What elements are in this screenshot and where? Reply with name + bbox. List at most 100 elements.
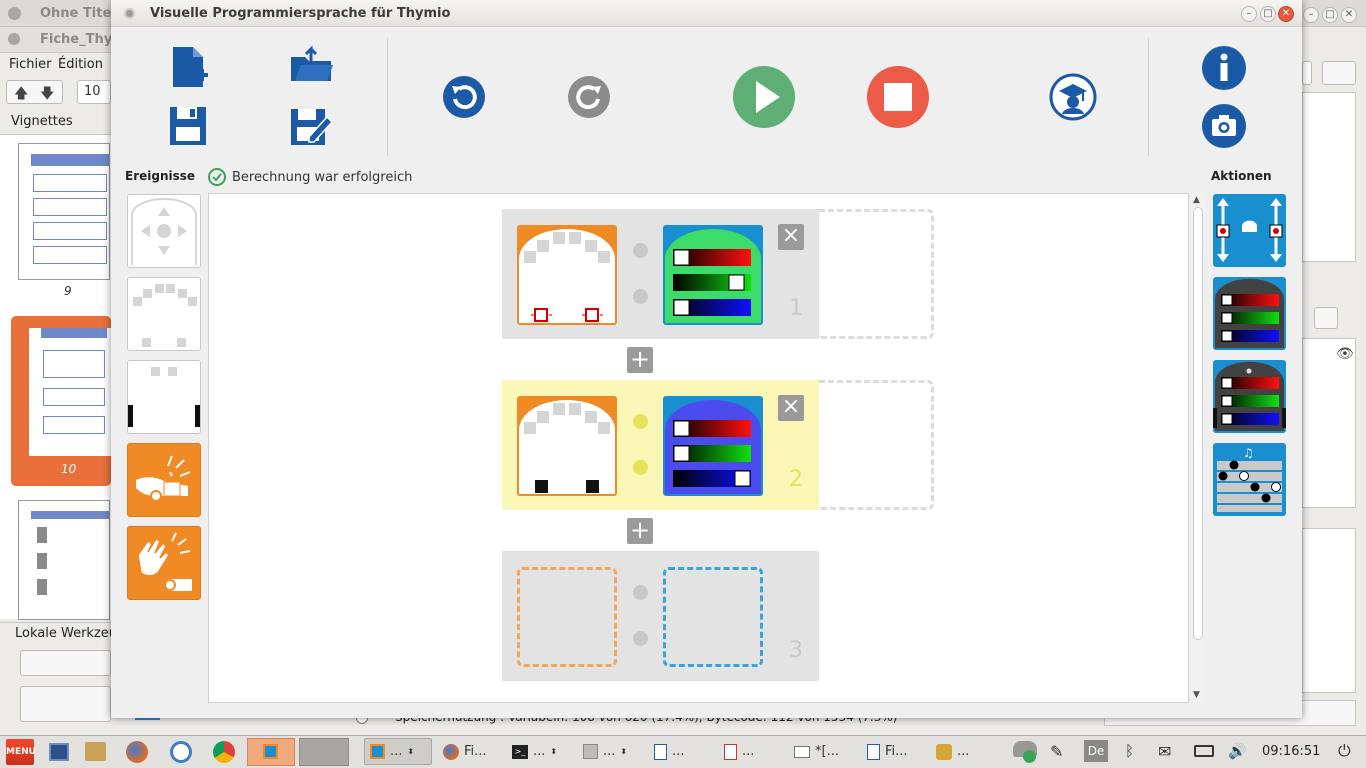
row3-empty-action-slot[interactable]: [663, 567, 763, 667]
thumbnail-page-9[interactable]: [18, 143, 110, 280]
scroll-down-icon[interactable]: ▼: [1193, 690, 1200, 700]
row2-color-action[interactable]: [663, 396, 763, 496]
network-app-icon[interactable]: [170, 741, 192, 763]
taskbar-item-thymio[interactable]: ... ⬍: [364, 738, 432, 765]
dialog-menu-icon[interactable]: [124, 8, 135, 19]
battery-icon[interactable]: [1194, 745, 1214, 757]
event-tap-block[interactable]: [127, 443, 201, 517]
redo-icon[interactable]: [567, 75, 611, 119]
menu-fichier[interactable]: Fichier: [9, 57, 52, 72]
local-tools-button-1[interactable]: [20, 650, 111, 676]
toolbar-separator-2: [1148, 38, 1149, 156]
bg-right-panel-3: [1302, 528, 1356, 693]
toolbar-separator: [387, 38, 388, 156]
screenshot-icon[interactable]: [1201, 103, 1247, 149]
chevron-icon: ⬍: [620, 747, 628, 756]
event-clap-block[interactable]: [127, 526, 201, 600]
bg-maximize-icon[interactable]: □: [1322, 7, 1338, 23]
show-desktop-icon[interactable]: [49, 743, 69, 761]
row1-number: 1: [789, 296, 803, 321]
file-manager-icon[interactable]: [85, 742, 106, 761]
workspace-2[interactable]: [299, 738, 349, 766]
row2-remove-icon[interactable]: ×: [778, 395, 804, 421]
info-icon[interactable]: [1201, 45, 1247, 91]
svg-text:♫: ♫: [1243, 446, 1254, 460]
taskbar-item-terminal[interactable]: >_ ... ⬍: [506, 738, 568, 765]
taskbar-item-label: ...: [533, 744, 546, 759]
firefox-icon[interactable]: [126, 741, 148, 763]
thumbnail-selected[interactable]: [11, 316, 111, 486]
local-tools-button-2[interactable]: [20, 686, 111, 722]
bg-right-field[interactable]: [1302, 61, 1312, 85]
taskbar-item-label: ...: [603, 744, 616, 759]
taskbar-item-fiche[interactable]: Fi...: [861, 738, 923, 765]
event-ground-block[interactable]: [127, 360, 201, 434]
scrollbar-thumb[interactable]: [1193, 207, 1203, 640]
dialog-close-icon[interactable]: ✕: [1278, 6, 1294, 22]
run-button[interactable]: [732, 65, 796, 129]
volume-icon[interactable]: 🔊: [1228, 742, 1247, 760]
stop-button[interactable]: [866, 65, 930, 129]
thumbnails-title: Vignettes: [11, 114, 73, 129]
action-music-block[interactable]: ♫: [1213, 443, 1286, 516]
power-icon[interactable]: ⏻: [1338, 741, 1351, 761]
taskbar-item-firefox[interactable]: Fi...: [437, 738, 499, 765]
row1-proximity-event[interactable]: [517, 225, 617, 325]
bg-tab-1[interactable]: Ohne Titel: [40, 6, 116, 21]
menu-edition[interactable]: Édition: [58, 57, 103, 72]
chevron-icon: ⬍: [550, 747, 558, 756]
document-icon: [654, 743, 667, 760]
thumbnail-page-11[interactable]: [18, 500, 110, 620]
advanced-mode-icon[interactable]: [1048, 72, 1098, 122]
bg-chart-icon[interactable]: [1314, 307, 1338, 329]
taskbar-item-pdf[interactable]: ...: [718, 738, 780, 765]
events-label: Ereignisse: [125, 169, 196, 183]
bg-tab-close-icon[interactable]: [8, 33, 20, 45]
taskbar-item-files[interactable]: ... ⬍: [577, 738, 639, 765]
dialog-title: Visuelle Programmiersprache für Thymio: [150, 6, 451, 21]
bg-close-icon[interactable]: [8, 7, 21, 20]
event-proximity-block[interactable]: [127, 277, 201, 351]
arrow-up-icon[interactable]: 🡅: [14, 83, 28, 107]
row1-color-action[interactable]: [663, 225, 763, 325]
save-icon[interactable]: [167, 104, 209, 148]
open-folder-icon[interactable]: [288, 44, 336, 86]
scroll-up-icon[interactable]: ▲: [1193, 195, 1200, 205]
save-as-icon[interactable]: [288, 104, 336, 148]
compilation-status: Berechnung war erfolgreich: [232, 170, 413, 185]
event-buttons-block[interactable]: [127, 194, 201, 268]
arrow-down-icon[interactable]: 🡇: [40, 83, 54, 107]
chrome-icon[interactable]: [213, 741, 235, 763]
add-row-1-icon[interactable]: +: [627, 347, 653, 373]
keyboard-layout[interactable]: De: [1084, 740, 1108, 762]
action-motors-block[interactable]: [1213, 194, 1286, 267]
taskbar-item-writer[interactable]: ...: [648, 738, 710, 765]
row1-empty-action-slot[interactable]: [819, 209, 934, 339]
taskbar-item-mail[interactable]: *[...: [788, 738, 856, 765]
add-row-2-icon[interactable]: +: [627, 518, 653, 544]
pen-icon[interactable]: ✎: [1050, 742, 1063, 761]
dialog-maximize-icon[interactable]: □: [1260, 6, 1276, 22]
taskbar-item-editor[interactable]: ...: [930, 738, 992, 765]
row3-empty-event-slot[interactable]: [517, 567, 617, 667]
action-bottom-color-block[interactable]: [1213, 360, 1286, 433]
action-top-color-block[interactable]: [1213, 277, 1286, 350]
new-file-icon[interactable]: [169, 44, 211, 90]
mail-tray-icon[interactable]: ✉: [1158, 742, 1171, 761]
drive-icon: [583, 744, 598, 759]
editor-icon: [936, 743, 952, 760]
taskbar-item-label: Fi...: [885, 744, 908, 759]
bg-right-button[interactable]: [1322, 61, 1356, 85]
row2-ground-event[interactable]: [517, 396, 617, 496]
bg-minimize-icon[interactable]: –: [1303, 7, 1319, 23]
bluetooth-icon[interactable]: ᛒ: [1125, 742, 1134, 760]
dialog-minimize-icon[interactable]: –: [1241, 6, 1257, 22]
row2-empty-action-slot[interactable]: [819, 380, 934, 510]
undo-icon[interactable]: [442, 75, 486, 119]
start-menu-button[interactable]: MENU: [6, 739, 36, 765]
row1-remove-icon[interactable]: ×: [778, 224, 804, 250]
bg-close-window-icon[interactable]: ✕: [1341, 7, 1357, 23]
actions-label: Aktionen: [1211, 169, 1272, 183]
row3-dot-top: [633, 585, 648, 600]
eye-icon[interactable]: 👁: [1336, 346, 1354, 362]
